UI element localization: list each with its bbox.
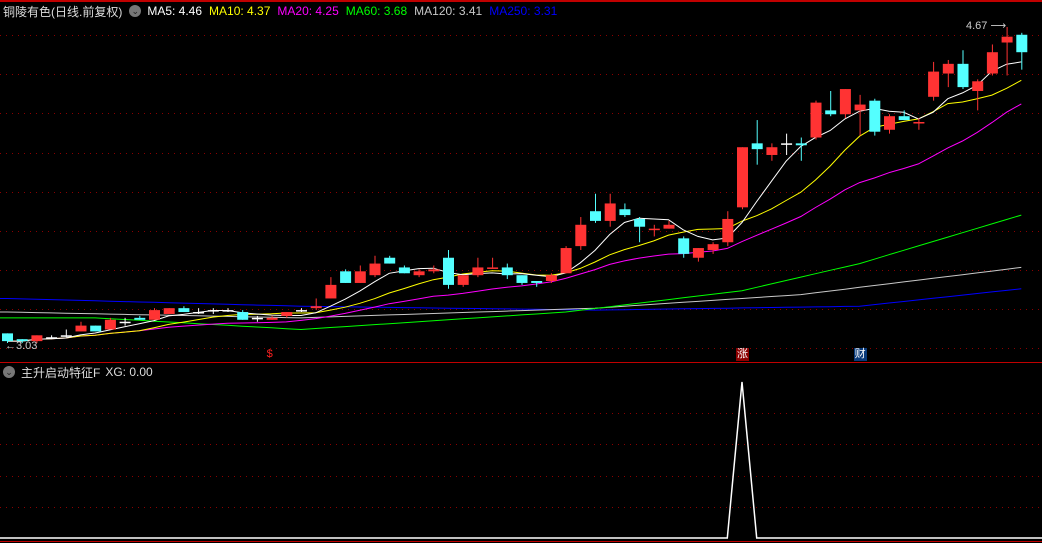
candle-body	[384, 257, 396, 264]
candle-body	[839, 89, 851, 115]
candle-body	[648, 228, 660, 231]
xg-indicator-line	[0, 381, 1042, 539]
candle-body	[134, 317, 146, 320]
candle-body	[972, 81, 984, 91]
candle-body	[604, 203, 616, 221]
candle-body	[443, 257, 454, 285]
candle-body	[296, 310, 307, 312]
candle-body	[884, 116, 895, 130]
candle-body	[560, 248, 572, 274]
arrow-right-icon: ⟶	[990, 20, 1007, 32]
candle-body	[928, 71, 940, 97]
ma250-line	[0, 288, 1022, 311]
candle-body	[751, 143, 763, 150]
candle-body	[986, 52, 998, 74]
candle-body	[413, 271, 425, 276]
candle-body	[398, 267, 410, 274]
candle-body	[237, 312, 249, 320]
candle-body	[590, 211, 601, 221]
candle-body	[104, 319, 116, 330]
candle-body	[810, 102, 822, 138]
candle-body	[545, 275, 557, 282]
candle-body	[251, 317, 263, 320]
event-marker[interactable]: $	[266, 348, 274, 361]
candle-body	[663, 224, 675, 229]
event-marker[interactable]: 财	[853, 348, 867, 361]
candle-body	[90, 325, 102, 332]
candle-body	[634, 218, 646, 227]
candle-body	[340, 271, 352, 283]
high-price-label: 4.67 ⟶	[966, 19, 1006, 32]
candle-body	[119, 321, 131, 324]
candle-body	[354, 271, 366, 283]
candle-body	[472, 267, 484, 276]
candlestick-chart[interactable]	[0, 0, 1042, 543]
arrow-left-icon: ←	[5, 340, 16, 352]
candle-body	[869, 100, 881, 132]
candle-body	[163, 308, 175, 314]
candle-body	[369, 263, 381, 276]
candle-body	[913, 122, 925, 124]
candle-body	[149, 310, 160, 320]
candle-body	[46, 337, 58, 339]
candle-body	[619, 209, 631, 216]
candle-body	[178, 308, 190, 313]
candle-body	[678, 238, 690, 254]
candle-body	[825, 110, 837, 115]
candle-body	[60, 335, 72, 337]
candle-body	[501, 267, 513, 276]
candle-body	[487, 267, 499, 269]
candle-body	[781, 143, 793, 145]
candle-body	[266, 317, 278, 320]
candle-body	[692, 248, 704, 258]
ma5-line	[7, 61, 1022, 342]
candle-body	[854, 104, 866, 111]
candle-body	[957, 63, 969, 88]
candle-body	[766, 147, 778, 155]
candle-body	[325, 284, 337, 299]
candle-body	[898, 116, 910, 121]
candle-body	[193, 312, 205, 314]
candle-body	[737, 147, 748, 208]
candle-body	[531, 281, 543, 283]
candle-body	[281, 312, 293, 316]
low-price-label: ←3.03	[5, 340, 37, 352]
candle-body	[795, 143, 807, 146]
candle-body	[1001, 36, 1013, 43]
candle-body	[722, 218, 734, 243]
candle-body	[428, 269, 440, 272]
candle-body	[707, 244, 719, 250]
low-price-value: 3.03	[16, 340, 38, 352]
high-price-value: 4.67	[966, 20, 988, 32]
candle-body	[75, 325, 87, 332]
event-marker[interactable]: 涨	[736, 348, 749, 361]
candle-body	[457, 275, 469, 285]
candle-body	[222, 310, 234, 312]
candle-body	[1016, 34, 1028, 53]
candle-body	[207, 310, 219, 312]
candle-body	[310, 306, 322, 309]
candle-body	[575, 224, 587, 247]
candle-body	[942, 63, 954, 74]
candle-body	[516, 275, 528, 283]
